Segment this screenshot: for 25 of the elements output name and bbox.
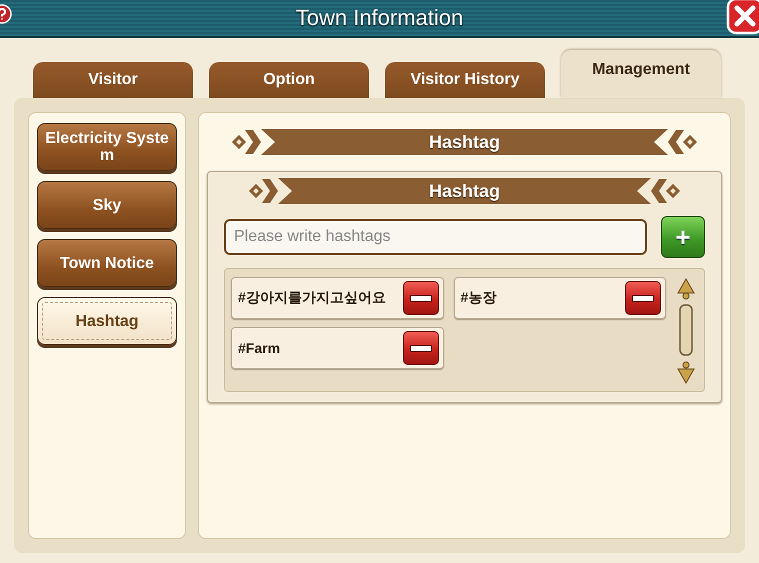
tab[interactable]: Visitor History bbox=[385, 62, 545, 98]
tab[interactable]: Management bbox=[561, 50, 721, 98]
sidebar-item[interactable]: Town Notice bbox=[37, 239, 177, 287]
hashtag-label: #Farm bbox=[238, 340, 280, 356]
add-button[interactable]: + bbox=[661, 216, 705, 258]
ribbon-ornament-icon bbox=[651, 177, 681, 205]
hashtag-label: #농장 bbox=[460, 289, 496, 307]
remove-button[interactable] bbox=[402, 331, 438, 365]
minus-icon bbox=[632, 294, 654, 302]
ribbon-ornament-icon bbox=[231, 128, 261, 156]
sidebar-item[interactable]: Sky bbox=[37, 181, 177, 229]
remove-button[interactable] bbox=[625, 281, 661, 315]
ribbon-ornament-icon bbox=[248, 177, 278, 205]
hashtag-input[interactable]: Please write hashtags bbox=[224, 219, 647, 255]
ribbon-ornament-icon bbox=[668, 128, 698, 156]
minus-icon bbox=[410, 344, 432, 352]
hashtag-label: #강아지를가지고싶어요 bbox=[238, 289, 386, 307]
remove-button[interactable] bbox=[402, 281, 438, 315]
minus-icon bbox=[410, 294, 432, 302]
close-icon[interactable] bbox=[725, 0, 759, 36]
window-title: Town Information bbox=[296, 5, 464, 31]
tab[interactable]: Option bbox=[209, 62, 369, 98]
sidebar-item[interactable]: Hashtag bbox=[37, 297, 177, 345]
tab[interactable]: Visitor bbox=[33, 62, 193, 98]
sidebar-item[interactable]: Electricity System bbox=[37, 123, 177, 171]
